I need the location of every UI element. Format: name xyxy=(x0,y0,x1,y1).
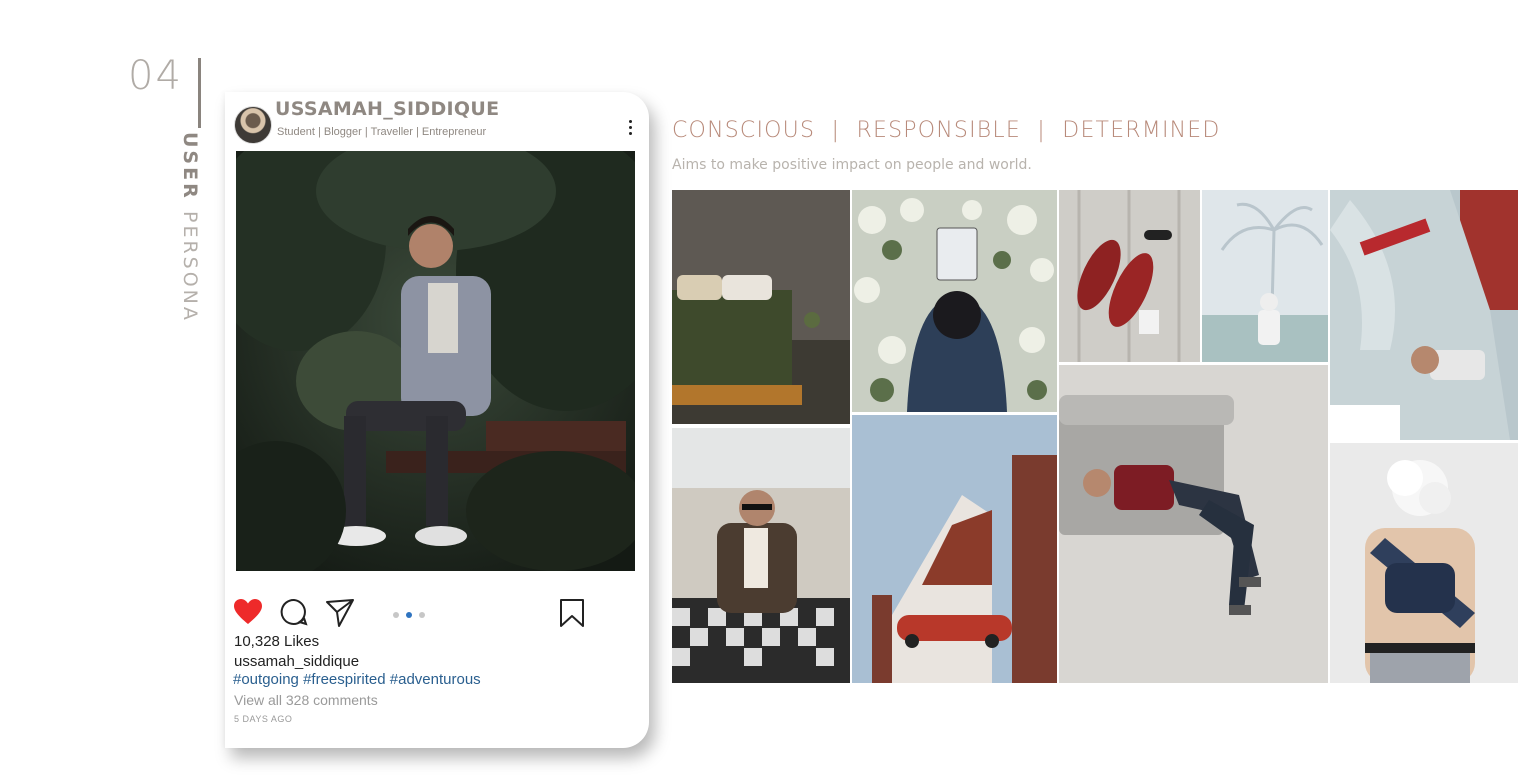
post-photo-illustration xyxy=(236,151,635,571)
collage-jacket-photo xyxy=(1330,190,1518,440)
collage-sofa-photo xyxy=(1059,365,1328,683)
section-title: USER PERSONA xyxy=(179,132,201,323)
avatar[interactable] xyxy=(234,106,272,144)
post-timestamp: 5 DAYS AGO xyxy=(234,714,293,724)
caption-username[interactable]: ussamah_siddique xyxy=(234,653,359,670)
likes-count[interactable]: 10,328 Likes xyxy=(234,633,319,650)
persona-tagline: Aims to make positive impact on people a… xyxy=(672,157,1032,173)
collage-architecture-photo xyxy=(852,415,1057,683)
section-divider xyxy=(198,58,201,128)
carousel-dot xyxy=(419,612,425,618)
view-comments-link[interactable]: View all 328 comments xyxy=(234,692,378,708)
collage-smoke-photo xyxy=(1330,443,1518,683)
post-bio: Student | Blogger | Traveller | Entrepre… xyxy=(277,126,487,138)
hashtags[interactable]: #outgoing #freespirited #adventurous xyxy=(233,671,481,688)
persona-traits: CONSCIOUS | RESPONSIBLE | DETERMINED xyxy=(672,118,1221,143)
section-number: 04 xyxy=(128,53,183,99)
collage-bedroom-photo xyxy=(672,190,850,424)
section-title-bold: USER xyxy=(179,132,201,201)
section-title-light: PERSONA xyxy=(179,210,201,323)
carousel-dot-active xyxy=(406,612,412,618)
collage-shoes-photo xyxy=(1059,190,1200,362)
collage-portrait-photo xyxy=(672,428,850,683)
bookmark-icon[interactable] xyxy=(559,598,585,628)
post-username[interactable]: USSAMAH_SIDDIQUE xyxy=(275,98,499,120)
send-icon[interactable] xyxy=(325,598,355,628)
comment-icon[interactable] xyxy=(280,598,308,626)
post-photo xyxy=(236,151,635,571)
collage-flowers-photo xyxy=(852,190,1057,412)
more-options-icon[interactable] xyxy=(622,120,638,140)
carousel-indicator xyxy=(393,610,427,620)
collage-palm-photo xyxy=(1202,190,1328,362)
heart-icon[interactable] xyxy=(233,598,263,626)
carousel-dot xyxy=(393,612,399,618)
